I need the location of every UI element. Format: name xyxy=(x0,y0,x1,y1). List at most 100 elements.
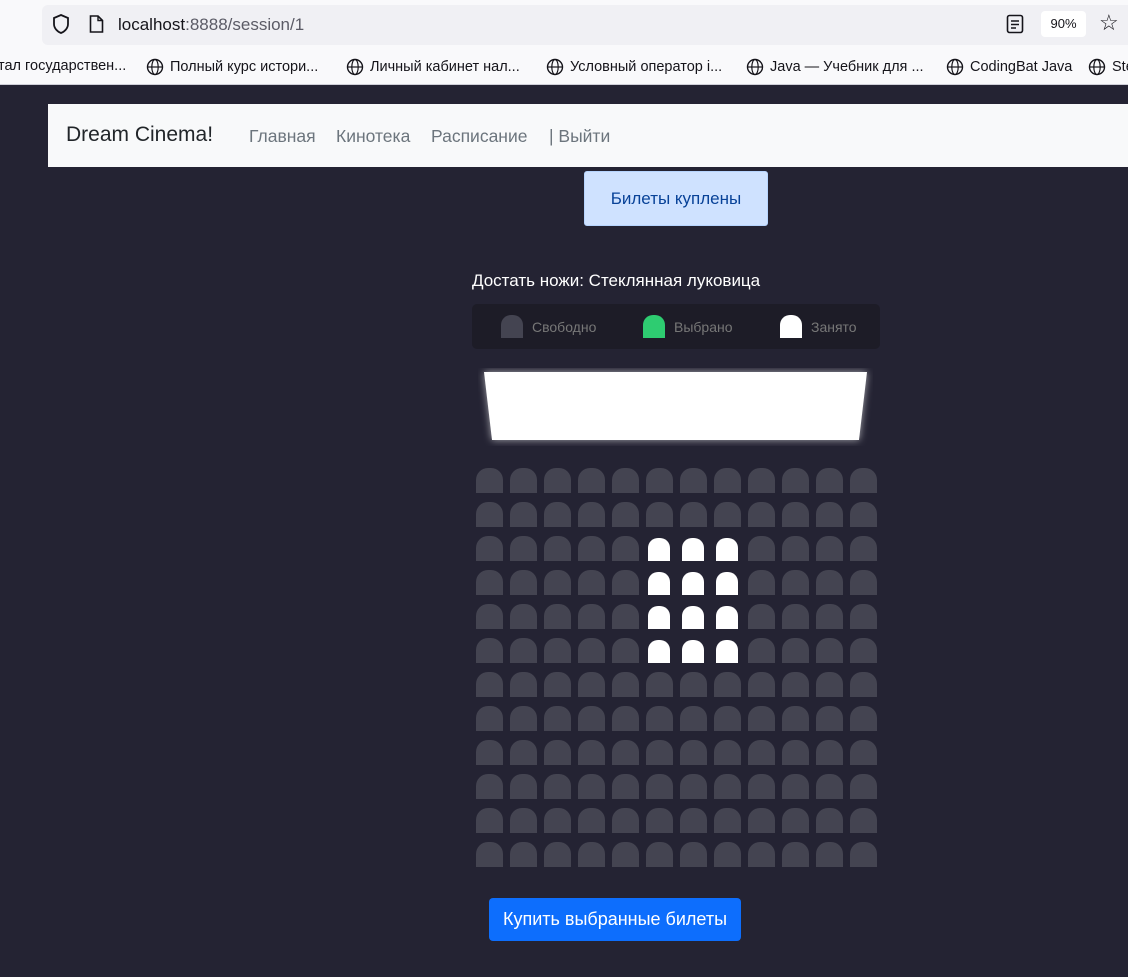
seat-free[interactable] xyxy=(782,842,809,867)
seat-free[interactable] xyxy=(578,774,605,799)
seat-free[interactable] xyxy=(476,740,503,765)
seat-free[interactable] xyxy=(544,842,571,867)
seat-free[interactable] xyxy=(510,842,537,867)
seat-free[interactable] xyxy=(646,468,673,493)
seat-free[interactable] xyxy=(850,808,877,833)
seat-free[interactable] xyxy=(816,502,843,527)
seat-free[interactable] xyxy=(544,808,571,833)
seat-free[interactable] xyxy=(782,468,809,493)
seat-free[interactable] xyxy=(816,672,843,697)
seat-free[interactable] xyxy=(476,808,503,833)
seat-free[interactable] xyxy=(510,774,537,799)
seat-free[interactable] xyxy=(544,502,571,527)
seat-free[interactable] xyxy=(646,502,673,527)
seat-free[interactable] xyxy=(476,842,503,867)
bookmark-item[interactable]: тал государствен... xyxy=(0,58,126,74)
seat-free[interactable] xyxy=(646,774,673,799)
seat-free[interactable] xyxy=(510,808,537,833)
seat-free[interactable] xyxy=(476,774,503,799)
seat-free[interactable] xyxy=(578,570,605,595)
seat-free[interactable] xyxy=(782,638,809,663)
seat-free[interactable] xyxy=(816,570,843,595)
seat-free[interactable] xyxy=(578,706,605,731)
seat-free[interactable] xyxy=(680,842,707,867)
seat-free[interactable] xyxy=(748,740,775,765)
seat-free[interactable] xyxy=(510,468,537,493)
seat-free[interactable] xyxy=(680,502,707,527)
seat-free[interactable] xyxy=(544,536,571,561)
bookmark-item[interactable]: Ste xyxy=(1088,58,1128,76)
seat-free[interactable] xyxy=(748,604,775,629)
seat-free[interactable] xyxy=(816,536,843,561)
seat-free[interactable] xyxy=(748,672,775,697)
seat-free[interactable] xyxy=(680,706,707,731)
seat-free[interactable] xyxy=(544,468,571,493)
seat-free[interactable] xyxy=(714,706,741,731)
seat-free[interactable] xyxy=(748,706,775,731)
seat-free[interactable] xyxy=(850,502,877,527)
seat-free[interactable] xyxy=(850,536,877,561)
nav-link-films[interactable]: Кинотека xyxy=(336,126,410,147)
seat-free[interactable] xyxy=(714,740,741,765)
seat-free[interactable] xyxy=(714,502,741,527)
bookmark-item[interactable]: CodingBat Java xyxy=(946,58,1072,76)
seat-free[interactable] xyxy=(850,604,877,629)
seat-free[interactable] xyxy=(680,468,707,493)
seat-free[interactable] xyxy=(680,774,707,799)
seat-free[interactable] xyxy=(748,842,775,867)
seat-free[interactable] xyxy=(748,638,775,663)
seat-free[interactable] xyxy=(612,842,639,867)
seat-free[interactable] xyxy=(680,672,707,697)
bookmark-item[interactable]: Условный оператор i... xyxy=(546,58,722,76)
seat-free[interactable] xyxy=(612,468,639,493)
seat-free[interactable] xyxy=(850,774,877,799)
bookmark-item[interactable]: Полный курс истори... xyxy=(146,58,318,76)
seat-free[interactable] xyxy=(646,808,673,833)
seat-free[interactable] xyxy=(510,536,537,561)
seat-free[interactable] xyxy=(816,740,843,765)
seat-free[interactable] xyxy=(476,638,503,663)
seat-free[interactable] xyxy=(612,706,639,731)
seat-free[interactable] xyxy=(578,502,605,527)
seat-free[interactable] xyxy=(544,604,571,629)
nav-link-schedule[interactable]: Расписание xyxy=(431,126,527,147)
seat-free[interactable] xyxy=(510,740,537,765)
seat-free[interactable] xyxy=(714,774,741,799)
seat-free[interactable] xyxy=(748,570,775,595)
seat-free[interactable] xyxy=(680,808,707,833)
seat-free[interactable] xyxy=(578,638,605,663)
seat-free[interactable] xyxy=(476,536,503,561)
seat-free[interactable] xyxy=(612,638,639,663)
seat-free[interactable] xyxy=(714,672,741,697)
seat-free[interactable] xyxy=(816,706,843,731)
reader-view-icon[interactable] xyxy=(1006,14,1024,34)
seat-free[interactable] xyxy=(782,774,809,799)
seat-free[interactable] xyxy=(748,468,775,493)
seat-free[interactable] xyxy=(476,604,503,629)
seat-free[interactable] xyxy=(510,706,537,731)
seat-free[interactable] xyxy=(748,808,775,833)
seat-free[interactable] xyxy=(612,502,639,527)
seat-free[interactable] xyxy=(816,604,843,629)
seat-free[interactable] xyxy=(510,672,537,697)
seat-free[interactable] xyxy=(510,638,537,663)
seat-free[interactable] xyxy=(850,740,877,765)
seat-free[interactable] xyxy=(476,468,503,493)
seat-free[interactable] xyxy=(850,468,877,493)
seat-free[interactable] xyxy=(544,672,571,697)
seat-free[interactable] xyxy=(850,842,877,867)
seat-free[interactable] xyxy=(578,808,605,833)
seat-free[interactable] xyxy=(782,740,809,765)
bookmark-item[interactable]: Личный кабинет нал... xyxy=(346,58,520,76)
seat-free[interactable] xyxy=(476,706,503,731)
seat-free[interactable] xyxy=(510,604,537,629)
seat-free[interactable] xyxy=(510,502,537,527)
seat-free[interactable] xyxy=(612,536,639,561)
seat-free[interactable] xyxy=(782,672,809,697)
seat-free[interactable] xyxy=(850,706,877,731)
seat-free[interactable] xyxy=(612,604,639,629)
seat-free[interactable] xyxy=(578,672,605,697)
seat-free[interactable] xyxy=(510,570,537,595)
zoom-level-button[interactable]: 90% xyxy=(1041,11,1086,37)
bookmark-star-icon[interactable]: ☆ xyxy=(1099,12,1119,34)
